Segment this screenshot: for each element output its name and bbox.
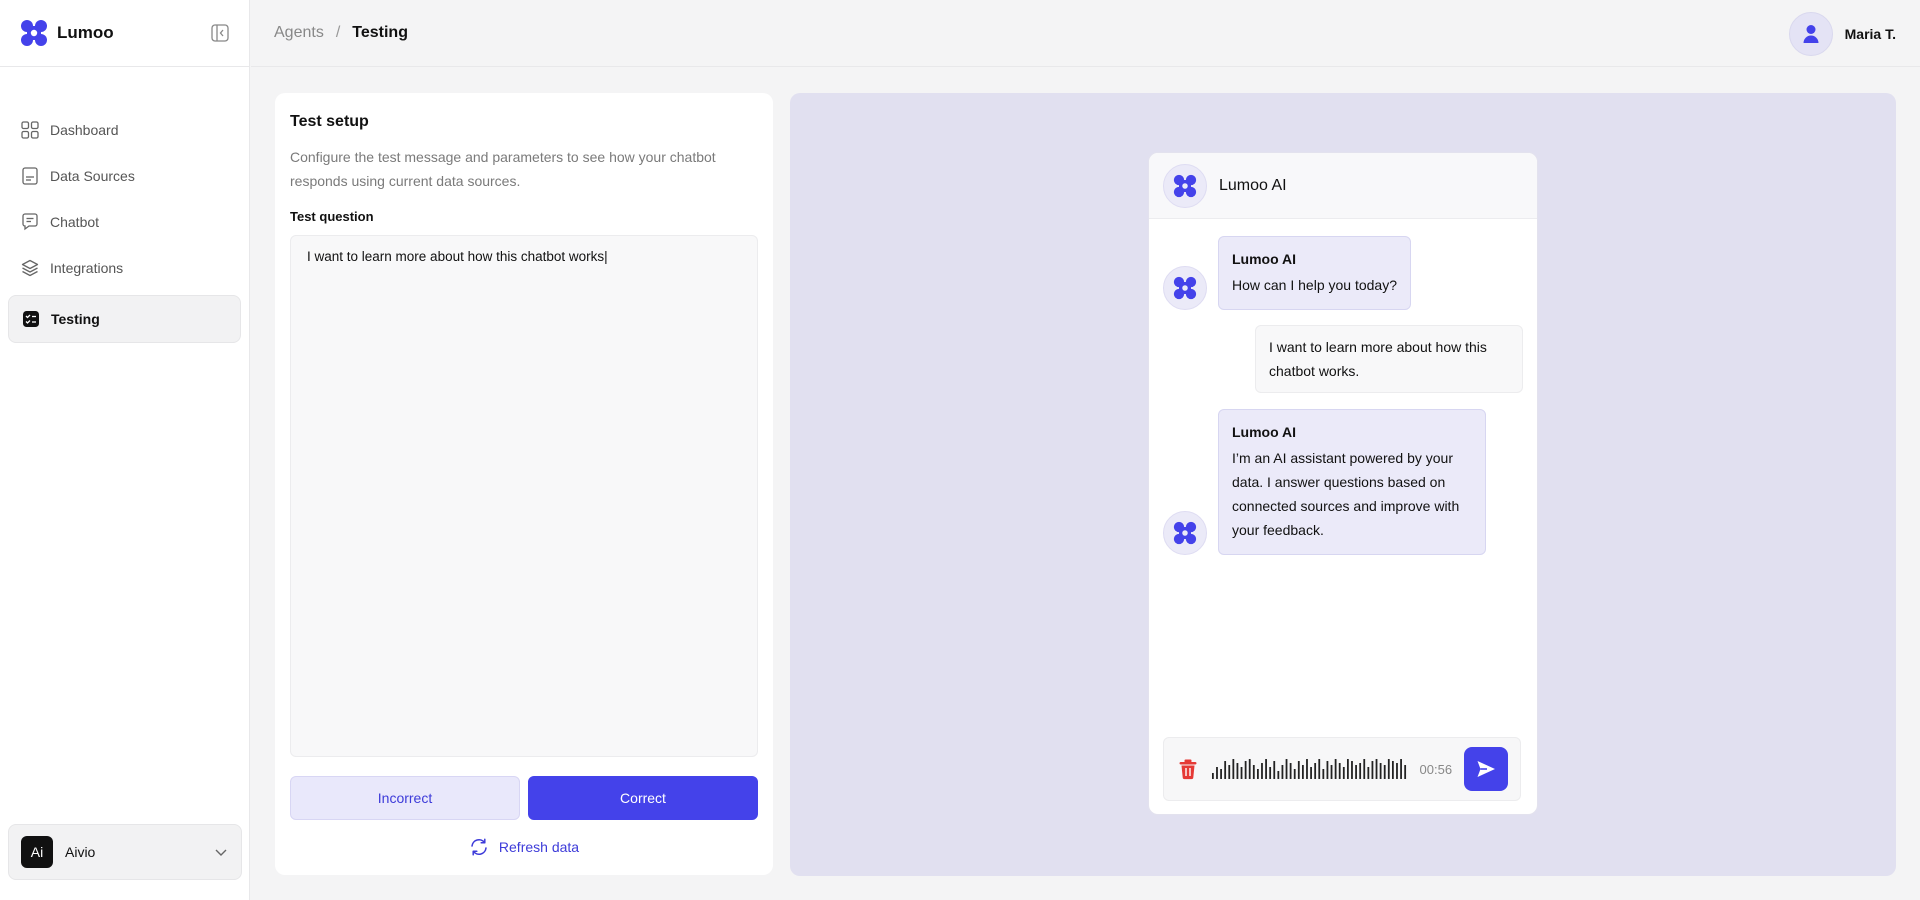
refresh-icon — [469, 837, 489, 857]
breadcrumb: Agents / Testing — [274, 24, 408, 42]
user-menu[interactable]: Maria T. — [1788, 12, 1896, 56]
correct-button[interactable]: Correct — [528, 776, 758, 820]
breadcrumb-separator: / — [335, 24, 341, 41]
bot-avatar — [1163, 266, 1207, 310]
test-question-label: Test question — [290, 209, 374, 224]
refresh-data-button[interactable]: Refresh data — [275, 837, 773, 857]
lumoo-logo-icon — [1173, 174, 1197, 197]
refresh-data-label: Refresh data — [498, 839, 580, 855]
chat-icon — [20, 212, 40, 232]
top-header: Agents / Testing Maria T. — [251, 0, 1920, 67]
bot-message: Lumoo AI I’m an AI assistant powered by … — [1163, 409, 1486, 555]
bot-message-bubble: Lumoo AI How can I help you today? — [1218, 236, 1411, 310]
test-question-input[interactable] — [290, 235, 758, 757]
user-message-bubble: I want to learn more about how this chat… — [1255, 325, 1523, 393]
bot-message-bubble: Lumoo AI I’m an AI assistant powered by … — [1218, 409, 1486, 555]
message-text: How can I help you today? — [1232, 277, 1397, 293]
workspace-switcher[interactable]: Ai Aivio — [8, 824, 242, 880]
sidebar-item-data-sources[interactable]: Data Sources — [8, 153, 241, 199]
breadcrumb-current: Testing — [352, 24, 408, 41]
panel-title: Test setup — [290, 113, 369, 130]
chat-preview-area: Lumoo AI Lumoo AI How can I help you tod… — [790, 93, 1896, 876]
sidebar-item-dashboard[interactable]: Dashboard — [8, 107, 241, 153]
test-setup-panel: Test setup Configure the test message an… — [275, 93, 773, 875]
sidebar-item-label: Integrations — [50, 260, 124, 276]
sidebar-item-integrations[interactable]: Integrations — [8, 245, 241, 291]
voice-recording-bar: 00:56 — [1163, 737, 1521, 801]
sidebar-collapse-icon[interactable] — [211, 24, 229, 42]
message-sender: Lumoo AI — [1232, 251, 1297, 267]
sidebar-nav: Dashboard Data Sources Chatbot Integrati… — [0, 107, 249, 343]
audio-waveform — [1211, 759, 1407, 779]
panel-description: Configure the test message and parameter… — [290, 149, 716, 189]
avatar — [1788, 12, 1833, 56]
message-text: I’m an AI assistant powered by your data… — [1232, 450, 1460, 538]
lumoo-logo-icon[interactable] — [20, 19, 48, 47]
bot-message: Lumoo AI How can I help you today? — [1163, 236, 1411, 310]
sidebar: Lumoo Dashboard Data Sources Chatbot Int… — [0, 0, 250, 900]
sidebar-item-chatbot[interactable]: Chatbot — [8, 199, 241, 245]
bot-avatar — [1163, 163, 1207, 208]
chat-bot-name: Lumoo AI — [1219, 176, 1287, 194]
sidebar-item-testing[interactable]: Testing — [8, 295, 241, 343]
user-name: Maria T. — [1844, 26, 1896, 42]
grid-icon — [20, 120, 40, 140]
brand-header: Lumoo — [0, 0, 249, 67]
send-icon — [1477, 761, 1496, 777]
user-icon — [1803, 25, 1819, 43]
message-sender: Lumoo AI — [1232, 424, 1297, 440]
checklist-icon — [21, 309, 41, 329]
send-button[interactable] — [1464, 747, 1508, 791]
breadcrumb-agents[interactable]: Agents — [274, 24, 324, 42]
sidebar-item-label: Dashboard — [50, 122, 119, 138]
bot-avatar — [1163, 511, 1207, 555]
workspace-avatar: Ai — [21, 836, 53, 868]
chat-window: Lumoo AI Lumoo AI How can I help you tod… — [1148, 152, 1538, 815]
brand-name: Lumoo — [57, 23, 114, 42]
message-text: I want to learn more about how this chat… — [1269, 339, 1487, 379]
lumoo-logo-icon — [1173, 521, 1197, 545]
delete-recording-icon[interactable] — [1176, 757, 1200, 781]
layers-icon — [20, 258, 40, 278]
document-icon — [20, 166, 40, 186]
incorrect-button[interactable]: Incorrect — [290, 776, 520, 820]
sidebar-item-label: Data Sources — [50, 168, 135, 184]
feedback-buttons: Incorrect Correct — [290, 776, 758, 820]
sidebar-item-label: Chatbot — [50, 214, 100, 230]
workspace-name: Aivio — [65, 844, 96, 860]
lumoo-logo-icon — [1173, 276, 1197, 300]
sidebar-item-label: Testing — [51, 311, 100, 327]
chevron-down-icon — [213, 844, 229, 860]
recording-timer: 00:56 — [1419, 761, 1453, 777]
chat-header: Lumoo AI — [1149, 153, 1537, 219]
